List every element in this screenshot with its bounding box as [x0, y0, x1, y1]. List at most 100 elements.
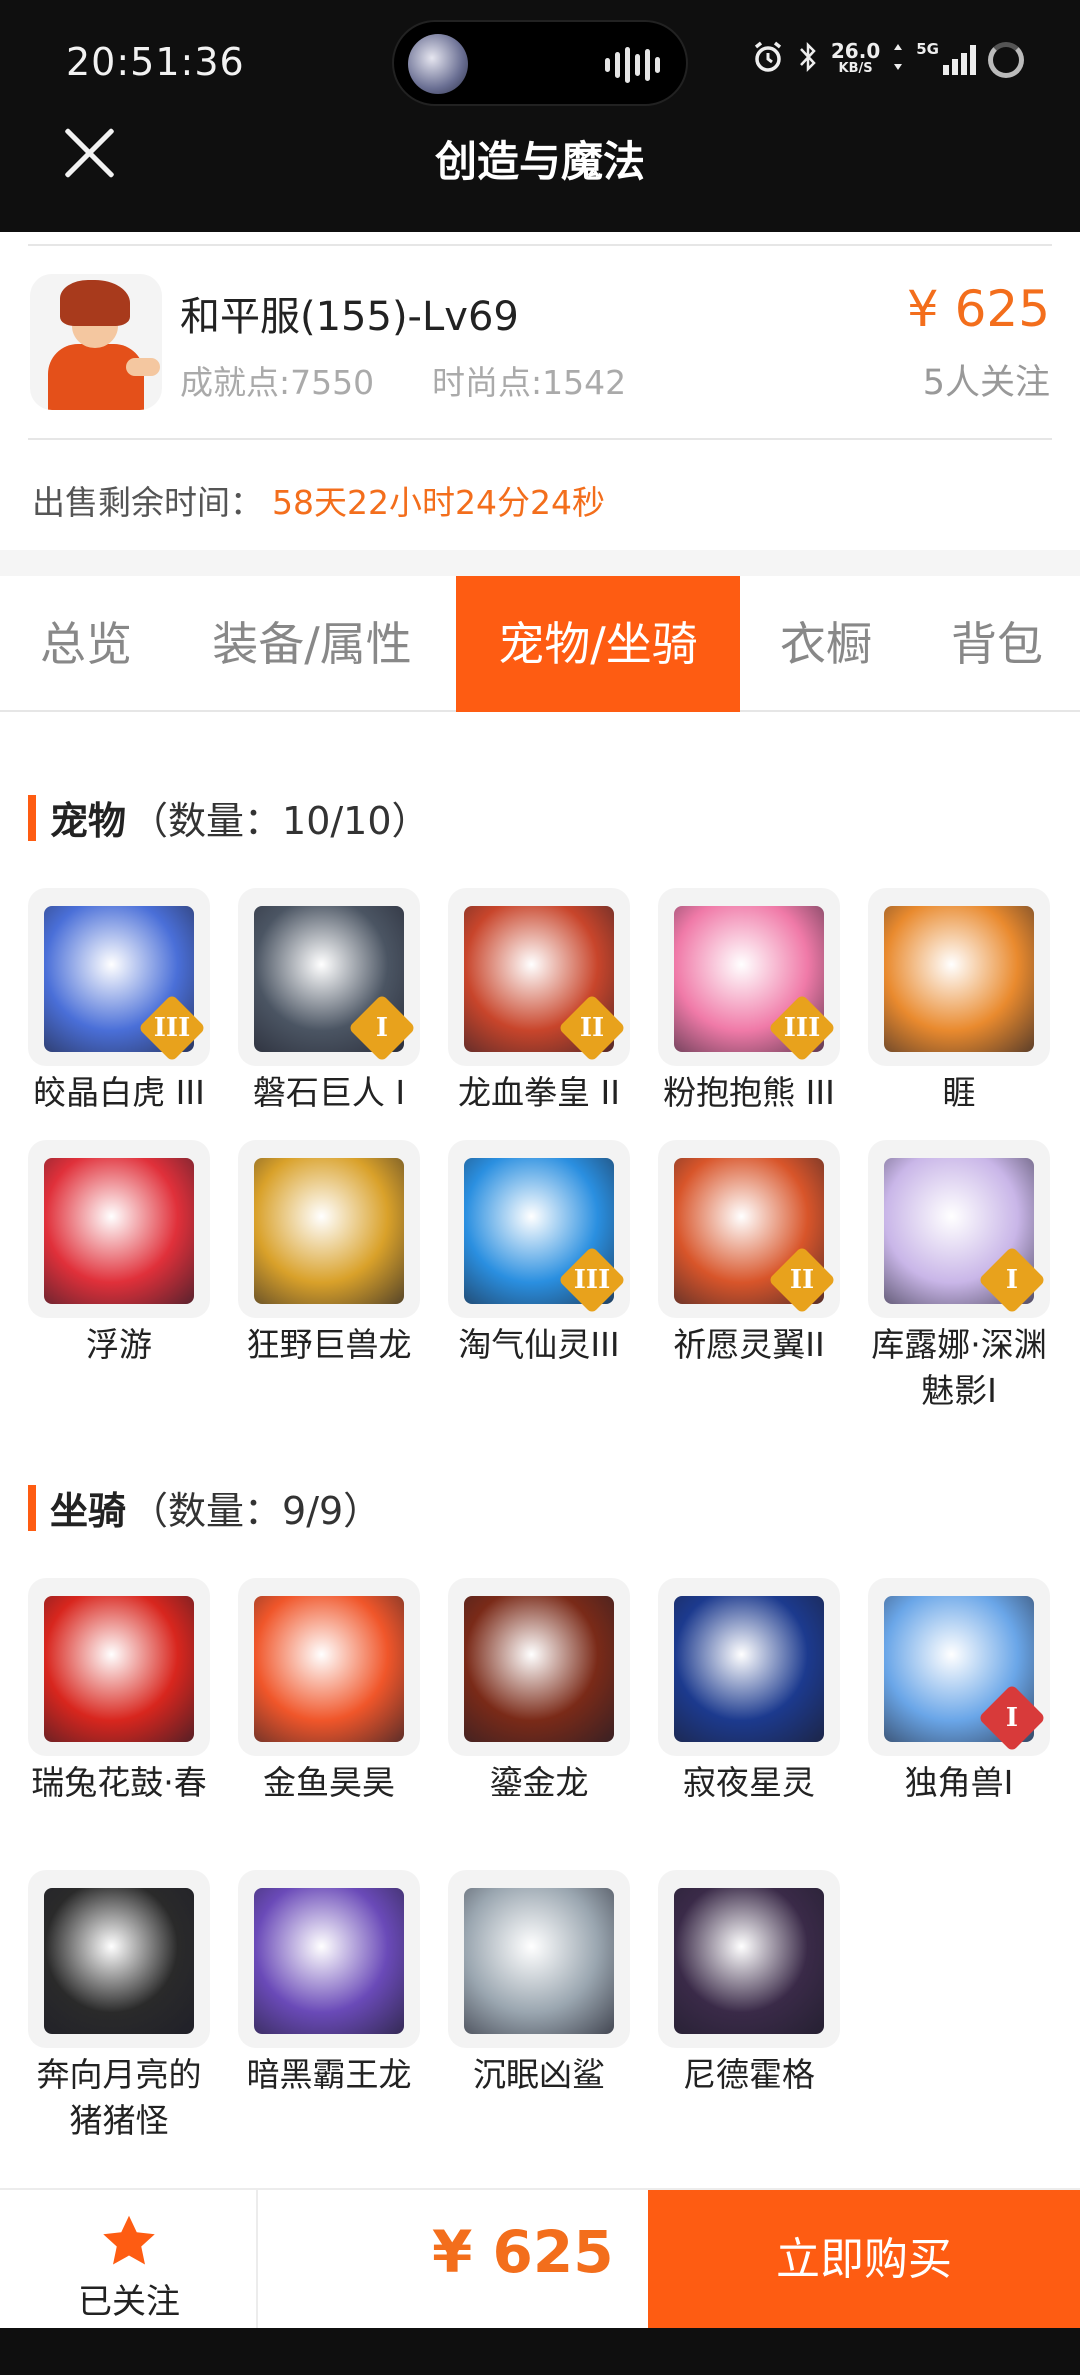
- star-icon: [103, 2215, 155, 2265]
- tier-badge-icon: III: [138, 994, 206, 1062]
- alarm-icon: [751, 40, 785, 80]
- follower-count: 5人关注: [922, 363, 1050, 403]
- account-name: 和平服(155)-Lv69: [180, 294, 519, 340]
- pet-item[interactable]: 狂野巨兽龙: [238, 1140, 422, 1368]
- pets-title: 宠物: [50, 799, 127, 843]
- pet-name: 狂野巨兽龙: [246, 1325, 412, 1364]
- status-icons: 26.0 KB/S 5G: [751, 40, 1024, 80]
- network-type: 5G: [916, 40, 939, 58]
- mount-item[interactable]: I 独角兽I: [868, 1578, 1052, 1806]
- dynamic-island[interactable]: [392, 20, 688, 106]
- mount-image: [674, 1596, 824, 1742]
- pet-name: 祈愿灵翼II: [673, 1325, 825, 1364]
- remaining-time-value: 58天22小时24分24秒: [272, 483, 605, 522]
- mount-image: [254, 1888, 404, 2034]
- mounts-title: 坐骑: [50, 1489, 127, 1533]
- mount-thumbnail: [238, 1870, 420, 2048]
- mount-thumbnail: [658, 1578, 840, 1756]
- pet-thumbnail: I: [868, 1140, 1050, 1318]
- pet-name: 睚: [942, 1073, 976, 1112]
- pet-thumbnail: [238, 1140, 420, 1318]
- tab-backpack[interactable]: 背包: [924, 576, 1070, 712]
- pet-item[interactable]: II 龙血拳皇 II: [448, 888, 632, 1116]
- pet-thumbnail: II: [658, 1140, 840, 1318]
- tier-badge-icon: I: [348, 994, 416, 1062]
- pet-item[interactable]: 睚: [868, 888, 1052, 1116]
- pet-item[interactable]: III 淘气仙灵III: [448, 1140, 632, 1368]
- pet-item[interactable]: III 粉抱抱熊 III: [658, 888, 842, 1116]
- mount-name: 暗黑霸王龙: [246, 2055, 412, 2094]
- pet-thumbnail: II: [448, 888, 630, 1066]
- pet-item[interactable]: I 库露娜·深渊魅影I: [868, 1140, 1052, 1414]
- mount-thumbnail: [448, 1870, 630, 2048]
- pet-name: 龙血拳皇 II: [458, 1073, 620, 1112]
- media-artwork-icon: [408, 34, 468, 94]
- follow-label: 已关注: [78, 2282, 180, 2322]
- mount-name: 沉眠凶鲨: [473, 2055, 605, 2094]
- section-separator: [0, 550, 1080, 578]
- tab-wardrobe[interactable]: 衣橱: [756, 576, 896, 712]
- bottom-price: ¥ 625: [432, 2218, 614, 2286]
- bottom-action-bar: 已关注 ¥ 625 立即购买: [0, 2188, 1080, 2330]
- mount-thumbnail: I: [868, 1578, 1050, 1756]
- mount-thumbnail: [658, 1870, 840, 2048]
- tier-badge-icon: III: [768, 994, 836, 1062]
- pet-image: [44, 1158, 194, 1304]
- pet-thumbnail: [868, 888, 1050, 1066]
- mount-image: [674, 1888, 824, 2034]
- pets-section-title: 宠物 （数量：10/10）: [28, 790, 430, 845]
- achievement-points: 成就点:7550: [180, 363, 375, 402]
- mount-item[interactable]: 金鱼昊昊: [238, 1578, 422, 1806]
- tier-badge-icon: I: [978, 1246, 1046, 1314]
- mount-item[interactable]: 鎏金龙: [448, 1578, 632, 1806]
- mount-item[interactable]: 奔向月亮的猪猪怪: [28, 1870, 212, 2144]
- pet-name: 磐石巨人 I: [252, 1073, 406, 1112]
- follow-button[interactable]: 已关注: [0, 2190, 258, 2330]
- mount-item[interactable]: 瑞兔花鼓·春: [28, 1578, 212, 1806]
- audio-wave-icon: [605, 46, 660, 84]
- pet-item[interactable]: II 祈愿灵翼II: [658, 1140, 842, 1368]
- account-price: ¥ 625: [906, 280, 1050, 338]
- tab-overview[interactable]: 总览: [0, 576, 172, 712]
- pet-item[interactable]: I 磐石巨人 I: [238, 888, 422, 1116]
- status-time: 20:51:36: [66, 40, 245, 84]
- pet-thumbnail: [28, 1140, 210, 1318]
- pet-name: 库露娜·深渊魅影I: [871, 1325, 1047, 1410]
- mount-name: 金鱼昊昊: [263, 1763, 395, 1802]
- pet-item[interactable]: 浮游: [28, 1140, 212, 1368]
- pet-name: 皎晶白虎 III: [33, 1073, 205, 1112]
- pet-name: 淘气仙灵III: [458, 1325, 620, 1364]
- tab-equipment[interactable]: 装备/属性: [192, 576, 432, 712]
- mount-image: [44, 1596, 194, 1742]
- pet-thumbnail: I: [238, 888, 420, 1066]
- mount-name: 寂夜星灵: [683, 1763, 815, 1802]
- tier-badge-icon: I: [978, 1684, 1046, 1752]
- tab-pets-mounts[interactable]: 宠物/坐骑: [456, 576, 740, 712]
- bluetooth-icon: [797, 40, 819, 80]
- tier-badge-icon: III: [558, 1246, 626, 1314]
- mount-name: 独角兽I: [904, 1763, 1014, 1802]
- net-speed: 26.0 KB/S: [831, 41, 880, 78]
- mounts-count: （数量：9/9）: [130, 1489, 382, 1533]
- mount-item[interactable]: 沉眠凶鲨: [448, 1870, 632, 2098]
- pet-name: 浮游: [86, 1325, 152, 1364]
- mount-name: 尼德霍格: [683, 2055, 815, 2094]
- pet-name: 粉抱抱熊 III: [663, 1073, 835, 1112]
- mount-image: [464, 1888, 614, 2034]
- signal-icon: [943, 45, 976, 75]
- pets-count: （数量：10/10）: [130, 799, 430, 843]
- mounts-section-title: 坐骑 （数量：9/9）: [28, 1480, 381, 1535]
- fashion-points: 时尚点:1542: [432, 363, 627, 402]
- mount-name: 奔向月亮的猪猪怪: [36, 2055, 202, 2140]
- buy-now-button[interactable]: 立即购买: [648, 2190, 1080, 2330]
- mount-name: 瑞兔花鼓·春: [31, 1763, 207, 1802]
- pet-item[interactable]: III 皎晶白虎 III: [28, 888, 212, 1116]
- mount-image: [44, 1888, 194, 2034]
- mount-item[interactable]: 暗黑霸王龙: [238, 1870, 422, 2098]
- pet-image: [884, 906, 1034, 1052]
- mount-item[interactable]: 尼德霍格: [658, 1870, 842, 2098]
- mount-item[interactable]: 寂夜星灵: [658, 1578, 842, 1806]
- remaining-time-label: 出售剩余时间：: [32, 483, 263, 522]
- system-nav-bar: [0, 2328, 1080, 2375]
- mount-thumbnail: [448, 1578, 630, 1756]
